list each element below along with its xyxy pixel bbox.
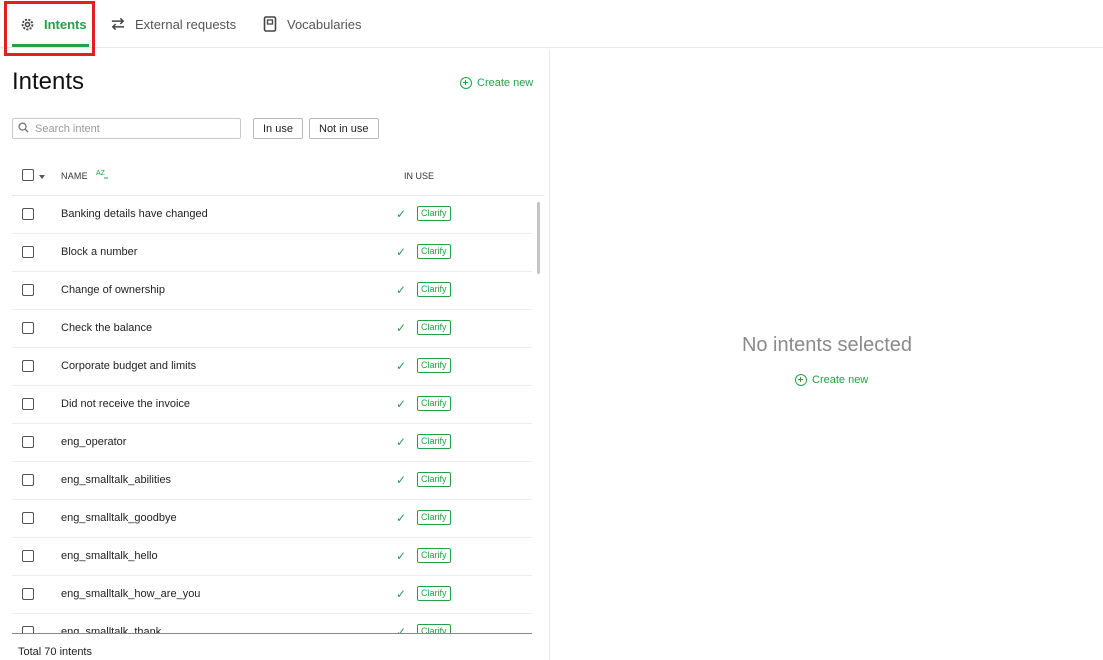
clarify-badge: Clarify	[417, 434, 451, 449]
empty-state-message: No intents selected	[741, 334, 913, 356]
row-checkbox[interactable]	[22, 398, 34, 410]
search-icon	[18, 120, 29, 138]
plus-circle-icon	[460, 77, 472, 89]
in-use-check-icon: ✓	[396, 511, 407, 525]
clarify-badge: Clarify	[417, 358, 451, 373]
clarify-badge: Clarify	[417, 472, 451, 487]
tab-external-requests[interactable]: External requests	[110, 0, 236, 48]
tab-vocabularies-label: Vocabularies	[287, 16, 362, 32]
clarify-badge: Clarify	[417, 206, 451, 221]
empty-state-create-new-label: Create new	[812, 374, 869, 386]
select-dropdown-caret-icon[interactable]	[39, 175, 45, 179]
in-use-check-icon: ✓	[396, 207, 407, 221]
top-tab-bar: Intents External requests Vocabularies	[0, 0, 1103, 48]
in-use-check-icon: ✓	[396, 473, 407, 487]
table-row[interactable]: eng_smalltalk_abilities ✓ Clarify	[12, 462, 532, 500]
in-use-check-icon: ✓	[396, 283, 407, 297]
in-use-check-icon: ✓	[396, 245, 407, 259]
tab-intents[interactable]: Intents	[19, 0, 87, 48]
row-checkbox[interactable]	[22, 360, 34, 372]
table-row[interactable]: eng_operator ✓ Clarify	[12, 424, 532, 462]
row-checkbox[interactable]	[22, 246, 34, 258]
create-new-label: Create new	[477, 77, 534, 89]
intent-name[interactable]: eng_smalltalk_thank	[61, 626, 161, 633]
plus-circle-icon	[795, 374, 807, 386]
clarify-badge: Clarify	[417, 586, 451, 601]
page-title: Intents	[12, 68, 85, 95]
intent-name[interactable]: Corporate budget and limits	[61, 360, 196, 372]
clarify-badge: Clarify	[417, 548, 451, 563]
intent-name[interactable]: Banking details have changed	[61, 208, 208, 220]
clarify-badge: Clarify	[417, 510, 451, 525]
row-checkbox[interactable]	[22, 588, 34, 600]
create-new-button[interactable]: Create new	[460, 77, 533, 89]
row-checkbox[interactable]	[22, 436, 34, 448]
intent-name[interactable]: Block a number	[61, 246, 137, 258]
table-row[interactable]: eng_smalltalk_thank ✓ Clarify	[12, 614, 532, 633]
total-count: Total 70 intents	[18, 646, 92, 658]
intent-name[interactable]: eng_smalltalk_goodbye	[61, 512, 177, 524]
table-row[interactable]: Corporate budget and limits ✓ Clarify	[12, 348, 532, 386]
in-use-check-icon: ✓	[396, 625, 407, 633]
table-row[interactable]: Check the balance ✓ Clarify	[12, 310, 532, 348]
table-bottom-divider	[12, 633, 532, 634]
filter-in-use-button[interactable]: In use	[253, 118, 303, 139]
api-arrows-icon	[110, 16, 126, 32]
row-checkbox[interactable]	[22, 208, 34, 220]
table-row[interactable]: Change of ownership ✓ Clarify	[12, 272, 532, 310]
tab-intents-label: Intents	[44, 16, 87, 32]
in-use-check-icon: ✓	[396, 359, 407, 373]
clarify-badge: Clarify	[417, 624, 451, 633]
empty-state-create-new-button[interactable]: Create new	[795, 374, 868, 386]
list-scrollbar[interactable]	[537, 202, 540, 274]
intent-name[interactable]: eng_smalltalk_abilities	[61, 474, 171, 486]
in-use-check-icon: ✓	[396, 587, 407, 601]
clarify-badge: Clarify	[417, 320, 451, 335]
intent-name[interactable]: eng_smalltalk_how_are_you	[61, 588, 200, 600]
in-use-check-icon: ✓	[396, 435, 407, 449]
row-checkbox[interactable]	[22, 322, 34, 334]
row-checkbox[interactable]	[22, 550, 34, 562]
row-checkbox[interactable]	[22, 626, 34, 633]
clarify-badge: Clarify	[417, 282, 451, 297]
intent-name[interactable]: Change of ownership	[61, 284, 165, 296]
table-row[interactable]: Did not receive the invoice ✓ Clarify	[12, 386, 532, 424]
book-icon	[262, 16, 278, 32]
table-row[interactable]: Block a number ✓ Clarify	[12, 234, 532, 272]
intent-name[interactable]: eng_operator	[61, 436, 126, 448]
in-use-check-icon: ✓	[396, 549, 407, 563]
table-row[interactable]: eng_smalltalk_hello ✓ Clarify	[12, 538, 532, 576]
intent-name[interactable]: Did not receive the invoice	[61, 398, 190, 410]
in-use-check-icon: ✓	[396, 321, 407, 335]
svg-text:AZ: AZ	[96, 170, 106, 177]
column-header-name[interactable]: NAME	[61, 171, 88, 181]
sort-az-icon[interactable]: AZ	[96, 168, 109, 183]
active-tab-indicator	[12, 44, 89, 47]
tab-vocabularies[interactable]: Vocabularies	[262, 0, 361, 48]
clarify-badge: Clarify	[417, 244, 451, 259]
table-row[interactable]: eng_smalltalk_how_are_you ✓ Clarify	[12, 576, 532, 614]
tab-external-requests-label: External requests	[135, 16, 237, 32]
row-checkbox[interactable]	[22, 284, 34, 296]
table-header: NAME AZ IN USE	[12, 162, 544, 196]
table-row[interactable]: Banking details have changed ✓ Clarify	[12, 196, 532, 234]
intents-table-body: Banking details have changed ✓ Clarify Bloc…	[12, 196, 532, 633]
row-checkbox[interactable]	[22, 474, 34, 486]
select-all-checkbox[interactable]	[22, 169, 34, 181]
in-use-check-icon: ✓	[396, 397, 407, 411]
intent-name[interactable]: eng_smalltalk_hello	[61, 550, 158, 562]
intents-list-panel: Intents Create new In use Not in use NAM…	[0, 49, 550, 660]
table-row[interactable]: eng_smalltalk_goodbye ✓ Clarify	[12, 500, 532, 538]
search-input[interactable]	[35, 122, 225, 135]
row-checkbox[interactable]	[22, 512, 34, 524]
intent-name[interactable]: Check the balance	[61, 322, 152, 334]
intents-gear-icon	[19, 16, 35, 32]
search-intent-field[interactable]	[12, 118, 241, 139]
filter-not-in-use-button[interactable]: Not in use	[309, 118, 379, 139]
column-header-in-use: IN USE	[404, 171, 435, 181]
clarify-badge: Clarify	[417, 396, 451, 411]
